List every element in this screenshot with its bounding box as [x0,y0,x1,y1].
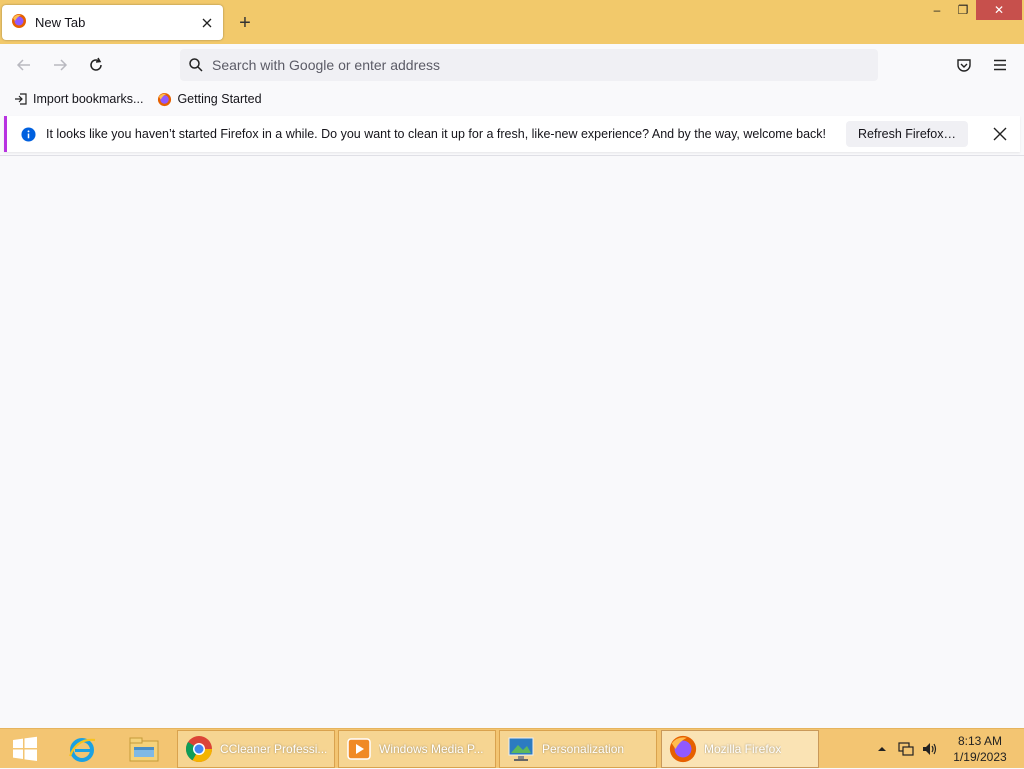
start-button[interactable] [0,729,50,769]
refresh-firefox-button[interactable]: Refresh Firefox… [846,121,968,147]
new-tab-button[interactable]: + [232,10,258,36]
firefox-icon [158,92,172,106]
search-icon [189,58,203,72]
clock-date: 1/19/2023 [953,750,1007,764]
tab-new-tab[interactable]: New Tab [2,5,223,40]
taskbar-item-ccleaner[interactable]: CCleaner Professi... [177,730,335,768]
reload-button[interactable] [82,51,110,79]
page-content[interactable] [0,156,1024,728]
back-button[interactable] [10,51,38,79]
internet-explorer-pin[interactable] [54,729,110,769]
bookmark-label: Getting Started [177,92,262,106]
volume-tray-button[interactable] [920,729,940,769]
windows-logo-icon [13,736,37,761]
taskbar: CCleaner Professi... Windows Media P... … [0,728,1024,768]
task-label: CCleaner Professi... [220,742,328,756]
speaker-icon [923,743,937,755]
hamburger-menu-icon [994,59,1006,71]
firefox-icon [11,13,27,32]
close-icon [993,127,1007,141]
system-clock[interactable]: 8:13 AM 1/19/2023 [944,732,1016,766]
address-bar[interactable] [180,49,878,81]
chevron-up-icon [878,747,886,751]
firefox-icon [669,735,697,763]
file-explorer-pin[interactable] [116,729,172,769]
task-label: Personalization [542,742,625,756]
address-input[interactable] [212,57,852,73]
taskbar-item-windows-media-player[interactable]: Windows Media P... [338,730,496,768]
taskbar-item-firefox[interactable]: Mozilla Firefox [661,730,819,768]
notification-message: It looks like you haven’t started Firefo… [46,127,827,141]
title-bar: New Tab + – ❐ ✕ [0,0,1024,44]
clock-time: 8:13 AM [957,734,1003,748]
info-icon [21,126,36,142]
personalization-icon [508,737,534,761]
chrome-icon [185,736,213,763]
media-player-icon [347,738,371,760]
task-label: Mozilla Firefox [704,742,782,756]
bookmark-import[interactable]: Import bookmarks... [12,88,145,110]
minimize-button[interactable]: – [924,0,950,20]
import-icon [15,93,27,105]
back-arrow-icon [16,59,30,71]
forward-arrow-icon [54,59,68,71]
close-tab-icon[interactable] [195,11,219,35]
navigation-bar [0,44,1024,86]
network-icon [898,742,914,756]
network-tray-button[interactable] [896,729,916,769]
close-notification-button[interactable] [990,124,1010,144]
bookmark-label: Import bookmarks... [33,92,144,106]
tab-title: New Tab [35,15,86,30]
reload-icon [90,57,102,71]
close-window-button[interactable]: ✕ [976,0,1022,20]
internet-explorer-icon [68,738,96,762]
refresh-firefox-notification: It looks like you haven’t started Firefo… [4,116,1020,152]
menu-button[interactable] [986,51,1014,79]
forward-button[interactable] [46,51,74,79]
bookmarks-toolbar: Import bookmarks... Getting Started [0,86,1024,112]
pocket-button[interactable] [950,51,978,79]
pocket-icon [957,59,971,72]
taskbar-item-personalization[interactable]: Personalization [499,730,657,768]
file-explorer-icon [129,737,159,762]
maximize-button[interactable]: ❐ [950,0,976,20]
task-label: Windows Media P... [379,742,484,756]
show-hidden-icons-button[interactable] [874,729,890,769]
bookmark-getting-started[interactable]: Getting Started [155,88,263,110]
